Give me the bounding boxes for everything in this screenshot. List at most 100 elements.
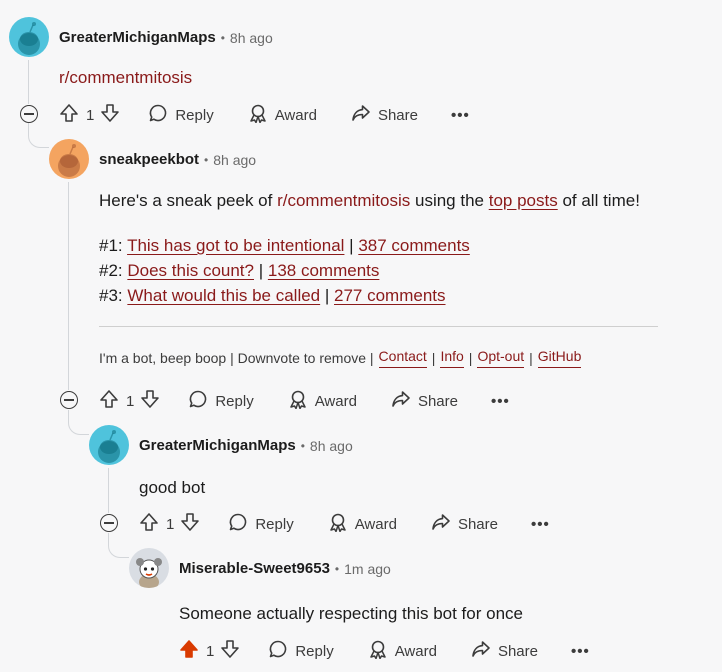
post-title-link[interactable]: What would this be called: [127, 286, 320, 305]
comment-thread: GreaterMichiganMaps • 8h ago r/commentmi…: [0, 0, 722, 672]
share-icon: [351, 103, 371, 127]
comment-body: r/commentmitosis: [59, 65, 192, 90]
post-separator: |: [320, 286, 335, 305]
upvote-icon[interactable]: [139, 512, 159, 536]
intro-text: Here's a sneak peek of: [99, 191, 278, 210]
post-title-link[interactable]: Does this count?: [127, 261, 254, 280]
comment-bubble-icon: [228, 512, 248, 536]
vote-count: 1: [86, 106, 95, 124]
github-link[interactable]: GitHub: [537, 348, 582, 368]
info-link[interactable]: Info: [440, 348, 464, 368]
contact-link[interactable]: Contact: [378, 348, 427, 368]
bot-intro-text: Here's a sneak peek of r/commentmitosis …: [99, 188, 640, 213]
collapse-thread-button[interactable]: [20, 105, 38, 123]
share-button[interactable]: Share: [351, 103, 418, 127]
post-rank: #1:: [99, 236, 128, 255]
share-button[interactable]: Share: [471, 639, 538, 663]
avatar[interactable]: [49, 139, 89, 179]
timestamp[interactable]: 1m ago: [344, 561, 391, 577]
timestamp[interactable]: 8h ago: [310, 438, 353, 454]
comment-bubble-icon: [268, 639, 288, 663]
award-button[interactable]: Award: [248, 103, 317, 127]
footer-text: I'm a bot, beep boop | Downvote to remov…: [99, 350, 374, 366]
post-comments-link[interactable]: 138 comments: [268, 261, 380, 280]
award-button[interactable]: Award: [328, 512, 397, 536]
award-icon: [288, 389, 308, 413]
vote-count: 1: [206, 642, 215, 660]
award-button[interactable]: Award: [368, 639, 437, 663]
downvote-icon[interactable]: [100, 103, 120, 127]
avatar[interactable]: [9, 17, 49, 57]
vote-controls: 1: [139, 512, 200, 536]
footer-separator: |: [431, 350, 436, 366]
subreddit-link[interactable]: r/commentmitosis: [277, 191, 410, 210]
footer-separator: |: [468, 350, 473, 366]
intro-text: using the: [410, 191, 489, 210]
reply-button[interactable]: Reply: [228, 512, 294, 536]
separator-dot: •: [334, 561, 340, 576]
comment-actions: 1 Reply Award Share •••: [139, 510, 550, 538]
comment-header: Miserable-Sweet9653 • 1m ago: [179, 560, 391, 577]
timestamp[interactable]: 8h ago: [230, 30, 273, 46]
username[interactable]: sneakpeekbot: [99, 151, 199, 168]
award-label: Award: [274, 106, 317, 124]
comment-header: GreaterMichiganMaps • 8h ago: [139, 437, 353, 454]
more-options-button[interactable]: •••: [531, 516, 550, 533]
comment-header: GreaterMichiganMaps • 8h ago: [59, 29, 273, 46]
post-rank: #3:: [99, 286, 128, 305]
upvote-icon[interactable]: [59, 103, 79, 127]
top-post-line: #2: Does this count? | 138 comments: [99, 258, 379, 283]
upvote-icon[interactable]: [99, 389, 119, 413]
vote-controls: 1: [59, 103, 120, 127]
post-title-link[interactable]: This has got to be intentional: [127, 236, 344, 255]
reply-button[interactable]: Reply: [148, 103, 214, 127]
comment-bubble-icon: [148, 103, 168, 127]
comment-actions: 1 Reply Award Share •••: [99, 387, 510, 415]
reply-button[interactable]: Reply: [268, 639, 334, 663]
separator-dot: •: [204, 152, 209, 167]
downvote-icon[interactable]: [180, 512, 200, 536]
post-separator: |: [254, 261, 268, 280]
post-separator: |: [344, 236, 359, 255]
share-label: Share: [497, 642, 538, 660]
award-button[interactable]: Award: [288, 389, 357, 413]
footer-separator: |: [529, 350, 533, 366]
username[interactable]: Miserable-Sweet9653: [179, 560, 330, 577]
subreddit-link[interactable]: r/commentmitosis: [59, 68, 192, 87]
reply-label: Reply: [295, 642, 334, 660]
top-post-line: #3: What would this be called | 277 comm…: [99, 283, 446, 308]
avatar[interactable]: [89, 425, 129, 465]
comment-actions: 1 Reply Award Share •••: [59, 101, 470, 129]
share-icon: [431, 512, 451, 536]
vote-count: 1: [126, 392, 135, 410]
post-comments-link[interactable]: 277 comments: [334, 286, 446, 305]
opt-out-link[interactable]: Opt-out: [477, 348, 525, 368]
reply-button[interactable]: Reply: [188, 389, 254, 413]
avatar[interactable]: [129, 548, 169, 588]
more-options-button[interactable]: •••: [451, 107, 470, 124]
more-icon: •••: [530, 515, 550, 533]
share-icon: [391, 389, 411, 413]
username[interactable]: GreaterMichiganMaps: [139, 437, 296, 454]
comment-body: Someone actually respecting this bot for…: [179, 604, 523, 623]
downvote-icon[interactable]: [140, 389, 160, 413]
upvote-active-icon[interactable]: [179, 639, 199, 663]
timestamp[interactable]: 8h ago: [213, 152, 256, 168]
vote-controls: 1: [99, 389, 160, 413]
top-posts-link[interactable]: top posts: [489, 191, 558, 210]
downvote-icon[interactable]: [220, 639, 240, 663]
thread-line-branch: [108, 533, 129, 558]
share-button[interactable]: Share: [391, 389, 458, 413]
post-comments-link[interactable]: 387 comments: [358, 236, 470, 255]
separator-dot: •: [300, 438, 305, 453]
username[interactable]: GreaterMichiganMaps: [59, 29, 216, 46]
award-label: Award: [314, 392, 357, 410]
award-label: Award: [394, 642, 437, 660]
thread-line: [108, 468, 109, 513]
more-options-button[interactable]: •••: [571, 643, 590, 660]
collapse-thread-button[interactable]: [60, 391, 78, 409]
share-button[interactable]: Share: [431, 512, 498, 536]
more-options-button[interactable]: •••: [491, 393, 510, 410]
more-icon: •••: [490, 392, 510, 410]
collapse-thread-button[interactable]: [100, 514, 118, 532]
